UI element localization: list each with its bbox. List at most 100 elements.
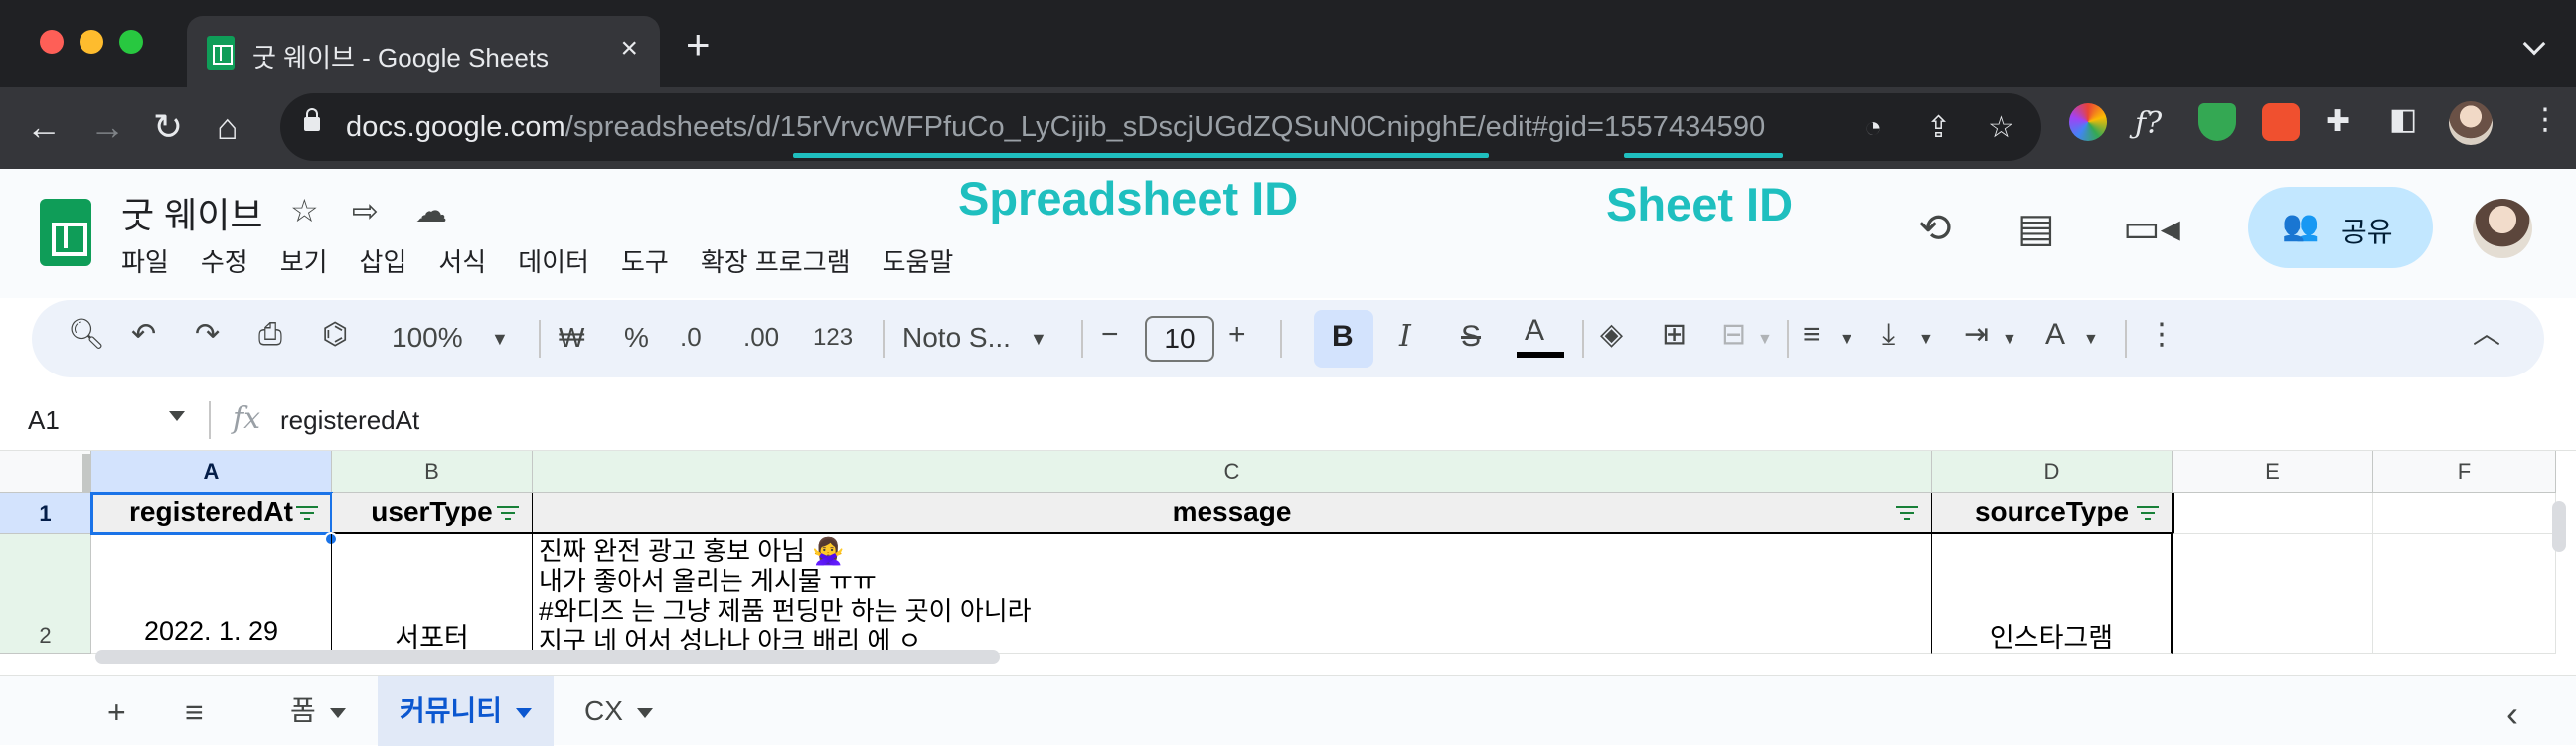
- tab-cx[interactable]: CX: [563, 676, 675, 746]
- rotation-caret-icon[interactable]: ▼: [2083, 332, 2099, 348]
- menu-edit[interactable]: 수정: [201, 242, 248, 279]
- collapse-side-panel-icon[interactable]: ‹: [2506, 696, 2518, 732]
- vertical-scrollbar[interactable]: [2552, 501, 2566, 552]
- select-all-corner[interactable]: [0, 451, 91, 493]
- menu-tools[interactable]: 도구: [621, 242, 669, 279]
- column-header-f[interactable]: F: [2373, 451, 2556, 493]
- version-history-icon[interactable]: ⟲: [1918, 209, 1952, 248]
- more-tools-icon[interactable]: ⋮: [2147, 320, 2176, 350]
- document-title[interactable]: 굿 웨이브: [121, 187, 262, 238]
- close-window-button[interactable]: [40, 30, 64, 54]
- horizontal-align-icon[interactable]: ≡: [1803, 320, 1821, 350]
- merge-caret-icon[interactable]: ▼: [1757, 332, 1773, 348]
- formula-input[interactable]: registeredAt: [280, 405, 419, 436]
- comments-icon[interactable]: ▤: [2017, 209, 2055, 248]
- url-text[interactable]: docs.google.com/spreadsheets/d/15rVrvcWF…: [346, 111, 1765, 144]
- menu-help[interactable]: 도움말: [883, 242, 954, 279]
- menu-format[interactable]: 서식: [438, 242, 486, 279]
- meet-camera-icon[interactable]: ▭◂: [2123, 209, 2180, 248]
- text-rotation-icon[interactable]: A: [2045, 320, 2065, 350]
- sidebar-icon[interactable]: ◧: [2389, 105, 2417, 135]
- name-box[interactable]: A1: [28, 405, 60, 436]
- name-box-caret-icon[interactable]: [169, 411, 185, 421]
- sheets-logo-icon[interactable]: [40, 199, 91, 266]
- puzzle-icon[interactable]: ✚: [2326, 107, 2350, 137]
- filter-icon[interactable]: [496, 506, 520, 520]
- empty-cell[interactable]: [2373, 534, 2556, 654]
- empty-cell[interactable]: [2173, 493, 2373, 534]
- zoom-select[interactable]: 100%: [392, 324, 463, 352]
- text-wrapping-icon[interactable]: ⇥: [1964, 320, 1989, 350]
- increase-font-size-button[interactable]: +: [1228, 320, 1246, 350]
- header-cell-registeredat[interactable]: registeredAt: [90, 492, 333, 535]
- merge-cells-icon[interactable]: ⊟: [1721, 320, 1746, 350]
- cell-usertype[interactable]: 서포터: [332, 534, 533, 654]
- close-tab-icon[interactable]: ×: [620, 32, 638, 66]
- bookmark-star-icon[interactable]: ☆: [1988, 113, 2014, 143]
- all-sheets-button[interactable]: ≡: [185, 696, 204, 728]
- font-caret-icon[interactable]: ▼: [1030, 330, 1047, 348]
- column-header-e[interactable]: E: [2173, 451, 2373, 493]
- zoom-window-button[interactable]: [119, 30, 143, 54]
- tab-community[interactable]: 커뮤니티: [378, 676, 555, 746]
- header-cell-usertype[interactable]: userType: [332, 493, 533, 534]
- cell-registeredat[interactable]: 2022. 1. 29: [91, 534, 332, 654]
- menu-file[interactable]: 파일: [121, 242, 169, 279]
- row-header-1[interactable]: 1: [0, 493, 91, 534]
- share-icon[interactable]: ⇪: [1926, 113, 1951, 143]
- increase-decimal-button[interactable]: .00: [743, 324, 779, 350]
- menu-insert[interactable]: 삽입: [360, 242, 407, 279]
- formula-icon[interactable]: ƒ?: [2135, 109, 2162, 139]
- column-header-d[interactable]: D: [1932, 451, 2173, 493]
- undo-icon[interactable]: ↶: [131, 320, 156, 350]
- account-avatar[interactable]: [2473, 199, 2532, 258]
- speedometer-icon[interactable]: ◔: [1864, 113, 1882, 143]
- bold-button[interactable]: B: [1332, 322, 1354, 352]
- browser-tab[interactable]: 굿 웨이브 - Google Sheets ×: [187, 16, 660, 87]
- decrease-decimal-button[interactable]: .0: [680, 324, 702, 350]
- decrease-font-size-button[interactable]: −: [1101, 320, 1119, 350]
- cell-sourcetype[interactable]: 인스타그램: [1932, 534, 2173, 654]
- chevron-down-icon[interactable]: [329, 707, 346, 718]
- address-bar[interactable]: docs.google.com/spreadsheets/d/15rVrvcWF…: [280, 93, 2041, 161]
- chevron-down-icon[interactable]: [516, 707, 533, 718]
- filter-icon[interactable]: [2136, 506, 2160, 520]
- horizontal-scrollbar[interactable]: [95, 650, 1000, 664]
- strikethrough-button[interactable]: S: [1461, 322, 1481, 352]
- shield-icon[interactable]: [2198, 103, 2236, 141]
- menu-data[interactable]: 데이터: [518, 242, 589, 279]
- redo-icon[interactable]: ↷: [195, 320, 220, 350]
- add-sheet-button[interactable]: +: [107, 696, 126, 728]
- lock-icon[interactable]: [304, 108, 320, 131]
- color-picker-icon[interactable]: [2069, 103, 2107, 141]
- empty-cell[interactable]: [2373, 493, 2556, 534]
- star-icon[interactable]: ☆: [290, 195, 319, 226]
- new-tab-button[interactable]: +: [686, 24, 711, 66]
- cloud-status-icon[interactable]: ☁: [415, 195, 447, 226]
- currency-format-button[interactable]: ₩: [559, 324, 584, 352]
- minimize-window-button[interactable]: [80, 30, 103, 54]
- valign-caret-icon[interactable]: ▼: [1918, 332, 1934, 348]
- header-cell-message[interactable]: message: [533, 493, 1932, 534]
- home-button[interactable]: ⌂: [217, 109, 239, 145]
- column-header-a[interactable]: A: [91, 451, 332, 493]
- more-menu-icon[interactable]: ⋮: [2530, 105, 2560, 135]
- translate-icon[interactable]: [2262, 103, 2300, 141]
- empty-cell[interactable]: [2173, 534, 2373, 654]
- move-folder-icon[interactable]: ⇨: [352, 195, 379, 226]
- column-header-c[interactable]: C: [533, 451, 1932, 493]
- row-header-2[interactable]: 2: [0, 534, 91, 654]
- cell-message[interactable]: 진짜 완전 광고 홍보 아님 🙅‍♀️ 내가 좋아서 올리는 게시물 ㅠㅠ #와…: [533, 534, 1932, 654]
- percent-format-button[interactable]: %: [624, 324, 649, 352]
- fill-color-icon[interactable]: ◈: [1600, 320, 1623, 350]
- zoom-caret-icon[interactable]: ▼: [491, 330, 509, 348]
- text-color-button[interactable]: A: [1525, 316, 1544, 346]
- menu-view[interactable]: 보기: [280, 242, 328, 279]
- borders-icon[interactable]: ⊞: [1662, 320, 1687, 350]
- font-family-select[interactable]: Noto S...: [902, 324, 1011, 352]
- collapse-toolbar-icon[interactable]: ︿: [2473, 320, 2500, 348]
- italic-button[interactable]: I: [1399, 322, 1411, 352]
- tab-search-chevron-icon[interactable]: [2522, 32, 2546, 56]
- vertical-align-icon[interactable]: ⤓: [1882, 320, 1895, 350]
- font-size-input[interactable]: 10: [1145, 316, 1214, 362]
